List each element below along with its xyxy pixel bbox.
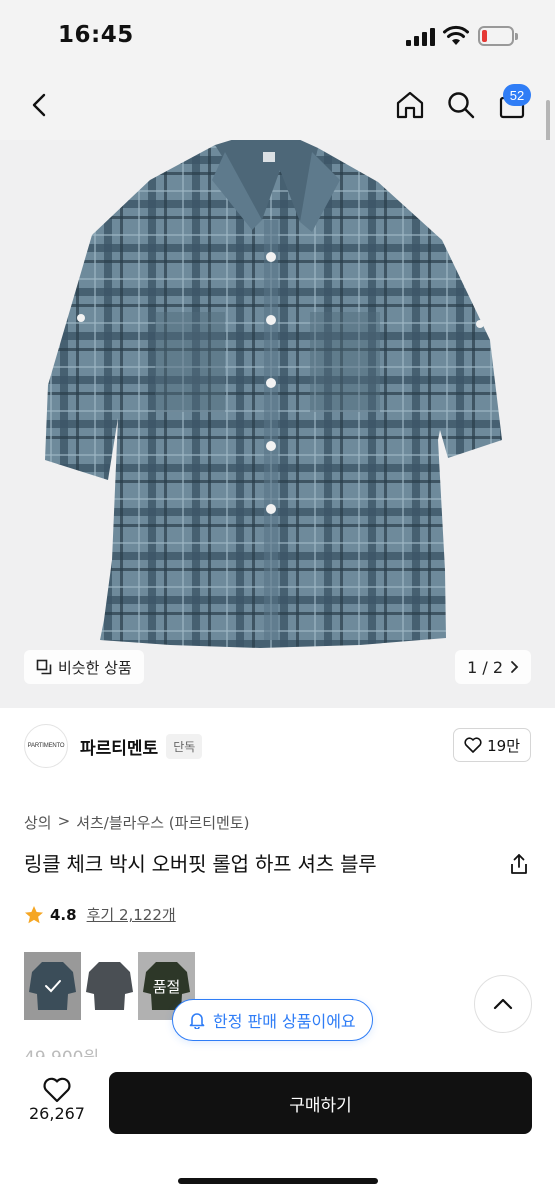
rating-row: 4.8 후기 2,122개 — [24, 904, 176, 925]
chevron-left-icon — [32, 93, 46, 117]
breadcrumb-separator: > — [57, 812, 71, 830]
chevron-up-icon — [493, 998, 513, 1010]
wifi-icon — [443, 25, 469, 45]
rating-value: 4.8 — [50, 905, 77, 924]
similar-products-label: 비슷한 상품 — [58, 658, 132, 677]
battery-icon — [478, 26, 518, 46]
home-icon — [396, 91, 424, 119]
heart-icon — [464, 737, 482, 753]
cart-count-badge: 52 — [503, 84, 531, 106]
nav-bar — [0, 75, 555, 140]
brand-logo[interactable]: PARTIMENTO — [24, 724, 68, 768]
breadcrumb-item-category[interactable]: 상의 — [24, 812, 52, 833]
wishlist-count: 26,267 — [29, 1104, 85, 1123]
exclusive-tag: 단독 — [166, 733, 203, 759]
home-indicator — [178, 1178, 378, 1184]
option-thumbnail — [81, 952, 138, 1020]
page-indicator-text: 1 / 2 — [467, 657, 503, 677]
brand-row: PARTIMENTO 파르티멘토 단독 19만 — [24, 722, 531, 770]
color-option-blue[interactable] — [24, 952, 81, 1020]
share-icon[interactable] — [507, 852, 531, 876]
brand-like-count: 19만 — [487, 736, 520, 755]
selected-overlay — [24, 952, 81, 1020]
sold-out-label: 품절 — [152, 977, 181, 996]
signal-icon — [406, 28, 436, 46]
similar-products-button[interactable]: 비슷한 상품 — [24, 650, 144, 684]
product-image[interactable] — [0, 140, 555, 708]
gallery-page-indicator[interactable]: 1 / 2 — [455, 650, 531, 684]
price-partial: 49,900원 — [24, 1043, 99, 1057]
breadcrumb: 상의 > 셔츠/블라우스 (파르티멘토) — [24, 812, 250, 833]
status-time: 16:45 — [58, 22, 134, 48]
brand-name[interactable]: 파르티멘토 — [80, 734, 158, 759]
check-icon — [44, 980, 61, 993]
color-options: 품절 — [24, 952, 195, 1020]
breadcrumb-item-subcategory[interactable]: 셔츠/블라우스 (파르티멘토) — [76, 812, 249, 833]
home-button[interactable] — [390, 85, 430, 125]
search-button[interactable] — [441, 85, 481, 125]
review-link[interactable]: 후기 2,122개 — [87, 904, 176, 925]
scroll-top-button[interactable] — [474, 975, 532, 1033]
star-icon — [25, 905, 43, 923]
shirt-image — [45, 140, 502, 648]
limited-sale-notice: 한정 판매 상품이에요 — [172, 999, 373, 1041]
back-button[interactable] — [20, 85, 60, 125]
status-bar: 16:45 — [0, 0, 555, 75]
brand-like-button[interactable]: 19만 — [453, 728, 531, 762]
bell-icon — [189, 1013, 205, 1029]
chevron-right-icon — [511, 661, 519, 673]
wishlist-button[interactable]: 26,267 — [24, 1076, 90, 1123]
color-option-charcoal[interactable] — [81, 952, 138, 1020]
product-title: 링클 체크 박시 오버핏 롤업 하프 셔츠 블루 — [24, 852, 377, 876]
heart-icon — [43, 1077, 71, 1103]
copy-icon — [36, 659, 52, 675]
search-icon — [448, 92, 475, 119]
limited-sale-label: 한정 판매 상품이에요 — [213, 1012, 356, 1031]
buy-button[interactable]: 구매하기 — [109, 1072, 532, 1134]
